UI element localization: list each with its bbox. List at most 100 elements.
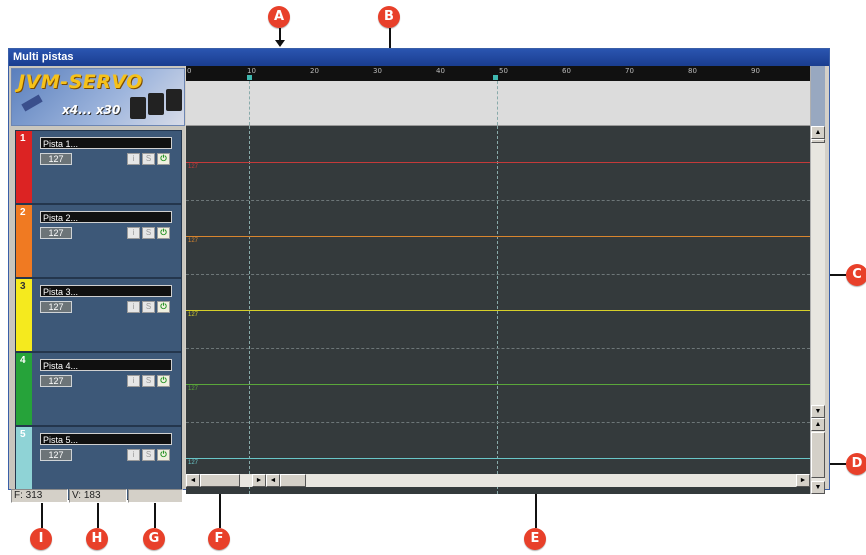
track-canvas[interactable]: 127 127 127 127 127 xyxy=(186,126,810,494)
track-curve-label: 127 xyxy=(188,386,199,392)
power-icon[interactable]: ⏻ xyxy=(157,301,170,313)
track-row[interactable]: 2 Pista 2... 127 i S ⏻ xyxy=(15,204,182,278)
track-solo-button[interactable]: S xyxy=(142,227,155,239)
track-curve[interactable] xyxy=(186,458,810,459)
servo-icon xyxy=(166,89,182,111)
track-value-field[interactable]: 127 xyxy=(40,449,72,461)
track-name-field[interactable]: Pista 2... xyxy=(40,211,172,223)
power-icon[interactable]: ⏻ xyxy=(157,227,170,239)
track-row[interactable]: 3 Pista 3... 127 i S ⏻ xyxy=(15,278,182,352)
zoom-h-thumb[interactable] xyxy=(200,474,240,487)
track-solo-button[interactable]: S xyxy=(142,153,155,165)
track-value-field[interactable]: 127 xyxy=(40,301,72,313)
loop-end-marker[interactable] xyxy=(493,75,498,80)
scroll-down-icon[interactable]: ▼ xyxy=(811,481,825,494)
usb-icon xyxy=(21,94,43,112)
track-curve-label: 127 xyxy=(188,460,199,466)
scroll-left-icon[interactable]: ◄ xyxy=(266,474,280,487)
ruler-label: 10 xyxy=(247,67,256,75)
track-value-field[interactable]: 127 xyxy=(40,153,72,165)
track-solo-button[interactable]: S xyxy=(142,449,155,461)
track-separator xyxy=(186,422,810,423)
track-info-button[interactable]: i xyxy=(127,153,140,165)
ruler-label: 90 xyxy=(751,67,760,75)
callout-f: F xyxy=(208,528,230,550)
status-field xyxy=(128,489,183,503)
callout-f-arrow xyxy=(219,493,221,528)
callout-g: G xyxy=(143,528,165,550)
track-name-field[interactable]: Pista 5... xyxy=(40,433,172,445)
track-value-field[interactable]: 127 xyxy=(40,227,72,239)
callout-c: C xyxy=(846,264,866,286)
loop-start-marker[interactable] xyxy=(247,75,252,80)
scroll-left-icon[interactable]: ◄ xyxy=(186,474,200,487)
ruler-label: 20 xyxy=(310,67,319,75)
track-separator xyxy=(186,274,810,275)
ruler-label: 0 xyxy=(187,67,192,75)
callout-h: H xyxy=(86,528,108,550)
power-icon[interactable]: ⏻ xyxy=(157,375,170,387)
track-solo-button[interactable]: S xyxy=(142,375,155,387)
track-curve-label: 127 xyxy=(188,164,199,170)
track-curve-label: 127 xyxy=(188,312,199,318)
track-number: 3 xyxy=(20,281,26,292)
callout-a: A xyxy=(268,6,290,28)
marker-guide xyxy=(497,81,498,125)
track-separator xyxy=(186,200,810,201)
servo-icon xyxy=(130,97,146,119)
track-separator xyxy=(186,348,810,349)
multi-track-window: Multi pistas JVM-SERVO x4... x30 1 Pista… xyxy=(8,48,830,503)
horizontal-scrollbar[interactable]: ◄ ► xyxy=(266,474,810,487)
scroll-up-icon[interactable]: ▲ xyxy=(811,126,825,139)
zoom-horizontal-scrollbar[interactable]: ◄ ► xyxy=(186,474,266,487)
track-name-field[interactable]: Pista 4... xyxy=(40,359,172,371)
track-info-button[interactable]: i xyxy=(127,227,140,239)
track-row[interactable]: 4 Pista 4... 127 i S ⏻ xyxy=(15,352,182,426)
window-title: Multi pistas xyxy=(9,49,829,66)
callout-e-arrow xyxy=(535,489,537,528)
track-info-button[interactable]: i xyxy=(127,301,140,313)
ruler-scroll-gutter xyxy=(810,66,825,126)
ruler-label: 30 xyxy=(373,67,382,75)
track-panel: JVM-SERVO x4... x30 1 Pista 1... 127 i S… xyxy=(9,66,185,503)
track-name-field[interactable]: Pista 1... xyxy=(40,137,172,149)
servo-icon xyxy=(148,93,164,115)
callout-e: E xyxy=(524,528,546,550)
track-curve[interactable] xyxy=(186,384,810,385)
scroll-down-icon[interactable]: ▼ xyxy=(811,405,825,418)
callout-a-arrowhead xyxy=(275,40,285,47)
ruler-label: 70 xyxy=(625,67,634,75)
jvm-servo-logo: JVM-SERVO x4... x30 xyxy=(11,68,185,126)
track-number: 1 xyxy=(20,133,26,144)
track-value-field[interactable]: 127 xyxy=(40,375,72,387)
scroll-right-icon[interactable]: ► xyxy=(252,474,266,487)
status-frame: F: 313 xyxy=(11,489,68,503)
track-solo-button[interactable]: S xyxy=(142,301,155,313)
vertical-scrollbar[interactable]: ▲ ▼ xyxy=(810,126,825,418)
track-curve[interactable] xyxy=(186,162,810,163)
power-icon[interactable]: ⏻ xyxy=(157,449,170,461)
track-number: 5 xyxy=(20,429,26,440)
track-number: 2 xyxy=(20,207,26,218)
track-info-button[interactable]: i xyxy=(127,375,140,387)
ruler-label: 80 xyxy=(688,67,697,75)
horizontal-scroll-thumb[interactable] xyxy=(280,474,306,487)
callout-b: B xyxy=(378,6,400,28)
track-row[interactable]: 1 Pista 1... 127 i S ⏻ xyxy=(15,130,182,204)
power-icon[interactable]: ⏻ xyxy=(157,153,170,165)
track-name-field[interactable]: Pista 3... xyxy=(40,285,172,297)
track-curve[interactable] xyxy=(186,236,810,237)
zoom-scroll-thumb[interactable] xyxy=(811,432,825,478)
track-curve[interactable] xyxy=(186,310,810,311)
ruler-label: 60 xyxy=(562,67,571,75)
ruler-label: 50 xyxy=(499,67,508,75)
ruler-label: 40 xyxy=(436,67,445,75)
timeline-ruler[interactable]: 0 10 20 30 40 50 60 70 80 90 xyxy=(186,66,810,81)
scroll-up-icon[interactable]: ▲ xyxy=(811,418,825,431)
status-value: V: 183 xyxy=(69,489,127,503)
scroll-right-icon[interactable]: ► xyxy=(796,474,810,487)
track-info-button[interactable]: i xyxy=(127,449,140,461)
zoom-scrollbar[interactable]: ▲ ▼ xyxy=(810,418,825,494)
vertical-scroll-thumb[interactable] xyxy=(811,139,825,143)
event-strip[interactable] xyxy=(186,81,810,126)
